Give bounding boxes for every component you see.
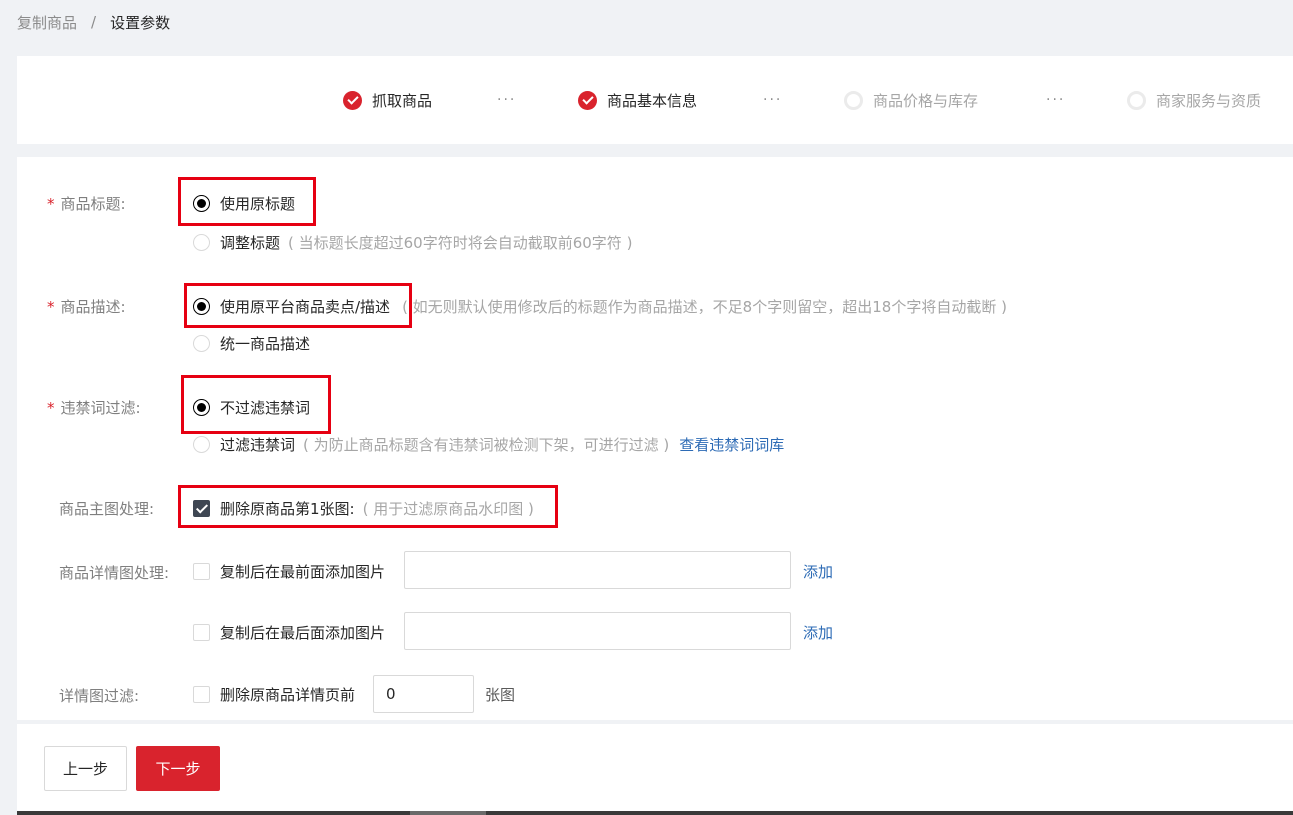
scroll-thumb[interactable]	[410, 811, 486, 815]
option-label: 删除原商品详情页前	[220, 685, 356, 704]
title-label: * 商品标题:	[47, 193, 126, 214]
highlight-box	[178, 177, 316, 226]
bottom-scroll-strip	[17, 811, 1293, 815]
prev-step-button[interactable]: 上一步	[44, 746, 127, 791]
empty-circle-icon	[844, 90, 863, 110]
breadcrumb-separator: /	[91, 13, 97, 31]
check-circle-icon	[343, 90, 362, 110]
option-label: 统一商品描述	[220, 334, 311, 353]
detail-image-label: 商品详情图处理:	[59, 564, 170, 582]
highlight-box	[181, 375, 331, 434]
option-hint: ( 当标题长度超过60字符时将会自动截取前60字符 )	[288, 233, 633, 252]
breadcrumb-copy-product[interactable]: 复制商品	[17, 12, 77, 33]
next-step-button[interactable]: 下一步	[136, 746, 220, 791]
desc-label: * 商品描述:	[47, 296, 126, 317]
main-image-label: 商品主图处理:	[59, 500, 155, 518]
highlight-box	[184, 283, 412, 328]
step-separator: ···	[1046, 92, 1066, 108]
required-mark: *	[47, 195, 55, 213]
highlight-box	[178, 485, 558, 528]
checkbox-unchecked-icon[interactable]	[193, 562, 210, 580]
front-add-link[interactable]: 添加	[803, 561, 833, 582]
step-label: 抓取商品	[372, 91, 433, 110]
footer-actions: 上一步 下一步	[17, 724, 1293, 815]
count-suffix: 张图	[485, 686, 516, 704]
title-option-adjust[interactable]: 调整标题 ( 当标题长度超过60字符时将会自动截取前60字符 )	[193, 231, 632, 253]
filter-label: * 违禁词过滤:	[47, 397, 141, 418]
title-label-text: 商品标题:	[60, 195, 126, 213]
filter-option-filter[interactable]: 过滤违禁词 ( 为防止商品标题含有违禁词被检测下架，可进行过滤 ) 查看违禁词词…	[193, 433, 784, 455]
option-label: 复制后在最前面添加图片	[220, 562, 386, 581]
option-label: 过滤违禁词	[220, 435, 296, 454]
check-circle-icon	[578, 90, 597, 110]
checkbox-unchecked-icon[interactable]	[193, 623, 210, 641]
option-hint: ( 为防止商品标题含有违禁词被检测下架，可进行过滤 )	[303, 435, 670, 454]
option-label: 调整标题	[220, 233, 281, 252]
detail-count-input[interactable]	[373, 675, 474, 713]
filter-label-text: 违禁词过滤:	[60, 399, 141, 417]
back-add-link[interactable]: 添加	[803, 622, 833, 643]
option-hint: ( 如无则默认使用修改后的标题作为商品描述，不足8个字则留空，超出18个字将自动…	[402, 297, 1007, 316]
detail-image-front-option[interactable]: 复制后在最前面添加图片	[193, 560, 385, 582]
checkbox-unchecked-icon[interactable]	[193, 685, 210, 703]
step-service-qualification: 商家服务与资质	[1127, 90, 1261, 110]
detail-image-back-option[interactable]: 复制后在最后面添加图片	[193, 621, 385, 643]
breadcrumb: 复制商品 / 设置参数	[17, 11, 170, 33]
detail-filter-option[interactable]: 删除原商品详情页前	[193, 683, 355, 705]
empty-circle-icon	[1127, 90, 1146, 110]
breadcrumb-current: 设置参数	[110, 13, 171, 32]
step-basic-info: 商品基本信息	[578, 90, 697, 110]
step-fetch-product: 抓取商品	[343, 90, 432, 110]
step-price-stock: 商品价格与库存	[844, 90, 978, 110]
desc-option-unified[interactable]: 统一商品描述	[193, 332, 310, 354]
step-label: 商家服务与资质	[1156, 91, 1262, 110]
view-banned-words-link[interactable]: 查看违禁词词库	[679, 434, 784, 455]
step-separator: ···	[497, 92, 517, 108]
steps-panel: 抓取商品 ··· 商品基本信息 ··· 商品价格与库存 ··· 商家服务与资质	[17, 56, 1293, 144]
step-separator: ···	[763, 92, 783, 108]
step-label: 商品价格与库存	[873, 91, 979, 110]
required-mark: *	[47, 399, 55, 417]
option-label: 复制后在最后面添加图片	[220, 623, 386, 642]
back-image-input[interactable]	[404, 612, 791, 650]
detail-filter-label: 详情图过滤:	[59, 687, 140, 705]
front-image-input[interactable]	[404, 551, 791, 589]
radio-unchecked-icon[interactable]	[193, 334, 210, 352]
desc-label-text: 商品描述:	[60, 298, 126, 316]
step-label: 商品基本信息	[607, 91, 698, 110]
radio-unchecked-icon[interactable]	[193, 435, 210, 453]
required-mark: *	[47, 298, 55, 316]
radio-unchecked-icon[interactable]	[193, 233, 210, 251]
